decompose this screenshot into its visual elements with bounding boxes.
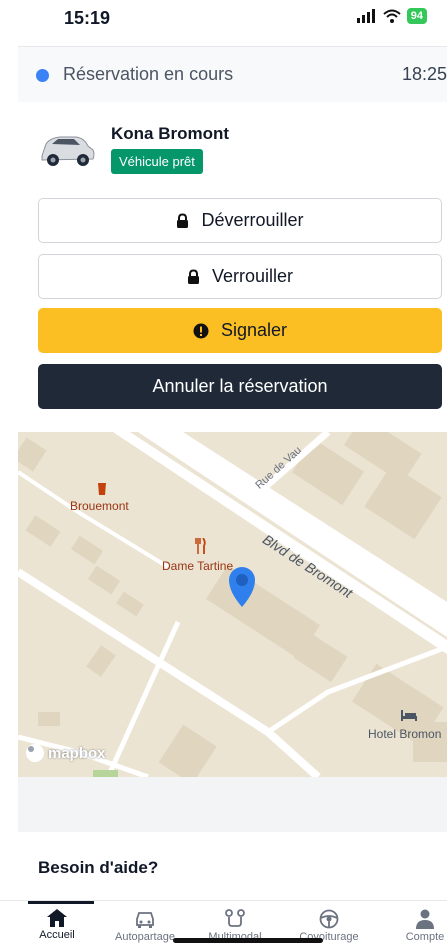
nav-active-indicator bbox=[28, 901, 94, 904]
report-button[interactable]: Signaler bbox=[38, 308, 442, 353]
drink-poi-icon bbox=[98, 483, 106, 495]
steering-wheel-icon bbox=[319, 909, 339, 929]
report-button-label: Signaler bbox=[220, 320, 288, 340]
reservation-page: Réservation en cours 18:25 Kona Bromont … bbox=[18, 46, 447, 900]
vehicle-name: Kona Bromont bbox=[111, 124, 230, 143]
nav-label-autopartage: Autopartage bbox=[115, 931, 175, 943]
reservation-header[interactable]: Réservation en cours 18:25 bbox=[18, 46, 447, 102]
lock-button-label: Verrouiller bbox=[211, 266, 294, 286]
status-bar: 15:19 94 bbox=[0, 0, 447, 40]
mapbox-logo[interactable]: mapbox bbox=[26, 744, 106, 762]
home-indicator bbox=[173, 938, 323, 943]
nav-item-compte[interactable]: Compte bbox=[380, 909, 447, 943]
alert-icon bbox=[193, 323, 209, 338]
hotel-poi-icon bbox=[401, 710, 417, 721]
nav-label-compte: Compte bbox=[405, 931, 445, 943]
status-badge: Véhicule prêt bbox=[111, 149, 203, 174]
wifi-icon bbox=[383, 9, 401, 23]
person-icon bbox=[416, 909, 434, 929]
lock-icon bbox=[177, 212, 189, 228]
unlock-button-label: Déverrouiller bbox=[201, 210, 304, 230]
map-view[interactable]: Brouemont Dame Tartine Rue de Vau Blvd d… bbox=[18, 432, 447, 777]
restaurant-poi-icon bbox=[195, 538, 206, 554]
battery-indicator: 94 bbox=[406, 8, 427, 24]
mapbox-icon bbox=[26, 744, 44, 762]
poi-label-hotel: Hotel Bromon bbox=[368, 727, 442, 741]
left-gutter bbox=[0, 40, 18, 900]
separator-band bbox=[18, 777, 447, 832]
reservation-time: 18:25 bbox=[401, 64, 447, 84]
unlock-button[interactable]: Déverrouiller bbox=[38, 198, 442, 243]
car-image-icon bbox=[41, 136, 95, 166]
route-icon bbox=[225, 909, 245, 927]
help-section-title[interactable]: Besoin d'aide? bbox=[38, 858, 158, 878]
nav-item-accueil[interactable]: Accueil bbox=[12, 909, 102, 941]
mapbox-wordmark: mapbox bbox=[48, 744, 106, 762]
status-dot-icon bbox=[36, 69, 49, 82]
nav-label-accueil: Accueil bbox=[39, 929, 75, 941]
poi-label-brouemont: Brouemont bbox=[70, 499, 129, 513]
status-time: 15:19 bbox=[64, 8, 111, 28]
location-pin-icon[interactable] bbox=[226, 564, 258, 608]
car-icon bbox=[136, 912, 154, 928]
reservation-label: Réservation en cours bbox=[63, 64, 234, 84]
vehicle-card: Kona Bromont Véhicule prêt bbox=[38, 122, 418, 182]
cancel-button-label: Annuler la réservation bbox=[152, 376, 328, 396]
status-icons: 94 bbox=[356, 8, 427, 24]
lock-icon bbox=[187, 268, 199, 284]
signal-icon bbox=[356, 9, 375, 23]
home-icon bbox=[47, 909, 67, 927]
poi-label-dame-tartine: Dame Tartine bbox=[162, 559, 234, 573]
lock-button[interactable]: Verrouiller bbox=[38, 254, 442, 299]
cancel-reservation-button[interactable]: Annuler la réservation bbox=[38, 364, 442, 409]
